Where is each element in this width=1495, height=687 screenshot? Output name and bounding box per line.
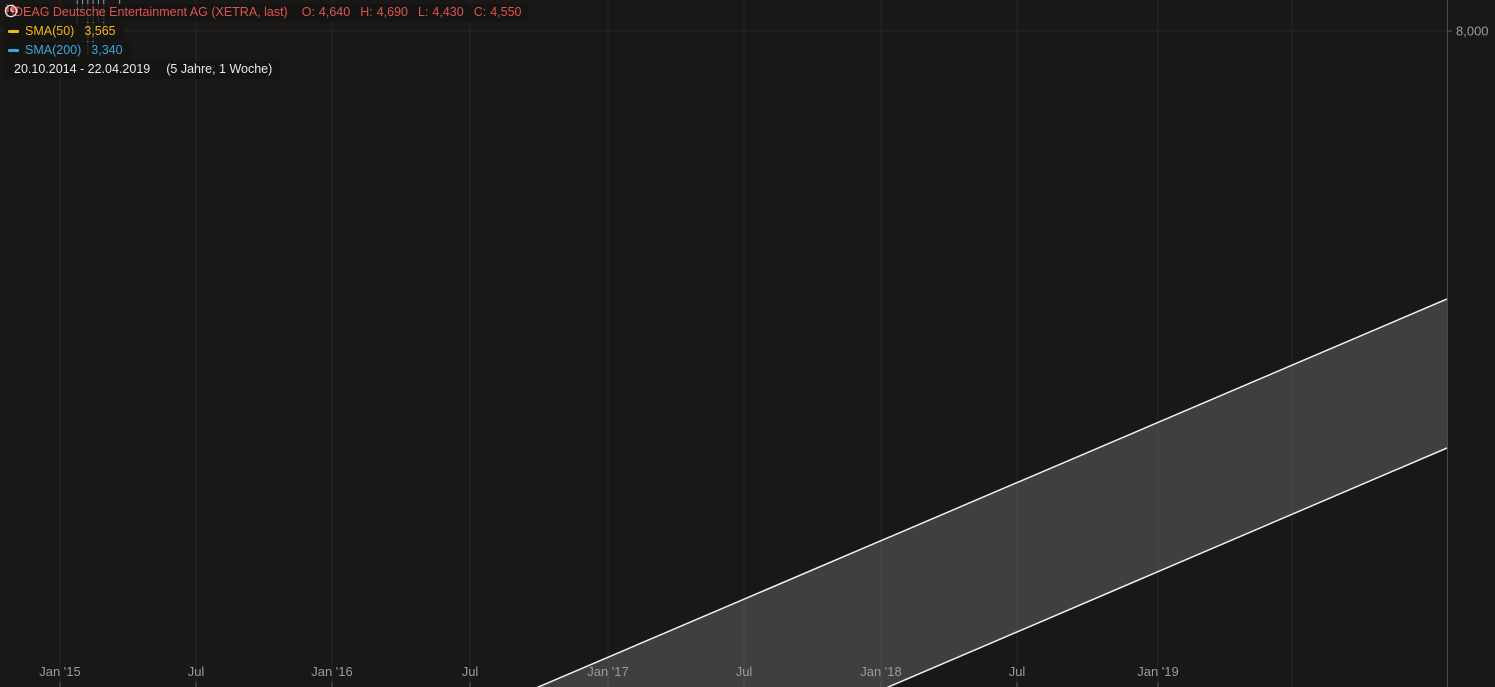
- close-label: C:: [474, 5, 487, 20]
- low-label: L:: [418, 5, 428, 20]
- sma50-value: 3,565: [84, 24, 115, 39]
- time-axis-label[interactable]: Jul: [188, 664, 205, 679]
- sma50-legend-row[interactable]: SMA(50) 3,565: [4, 23, 124, 41]
- time-axis-label[interactable]: Jul: [736, 664, 753, 679]
- sma50-color-dash-icon: [8, 30, 19, 33]
- sma200-label: SMA(200): [25, 43, 81, 58]
- price-chart-pane[interactable]: 7,400 (200.00%)6,407 (161.80%)5,507 (127…: [0, 0, 1495, 687]
- date-range: 20.10.2014 - 22.04.2019: [14, 62, 150, 77]
- chart-background: [0, 0, 1495, 687]
- low-value: 4,430: [432, 5, 463, 20]
- time-axis-label[interactable]: Jan '19: [1137, 664, 1179, 679]
- sma200-legend-row[interactable]: SMA(200) 3,340: [4, 42, 131, 60]
- ohlc-values: O: 4,640 H: 4,690 L: 4,430 C:4,550: [302, 5, 522, 20]
- time-axis-label[interactable]: Jan '18: [860, 664, 902, 679]
- sma200-color-dash-icon: [8, 49, 19, 52]
- time-axis-label[interactable]: Jan '16: [311, 664, 353, 679]
- interval-label: (5 Jahre, 1 Woche): [166, 62, 272, 77]
- trading-chart-window: 7,400 (200.00%)6,407 (161.80%)5,507 (127…: [0, 0, 1495, 687]
- sma50-label: SMA(50): [25, 24, 74, 39]
- time-axis-label[interactable]: Jul: [462, 664, 479, 679]
- open-value: 4,640: [319, 5, 350, 20]
- high-value: 4,690: [377, 5, 408, 20]
- sma200-value: 3,340: [91, 43, 122, 58]
- open-label: O:: [302, 5, 315, 20]
- date-range-row: 20.10.2014 - 22.04.2019 (5 Jahre, 1 Woch…: [4, 61, 280, 79]
- time-axis-label[interactable]: Jan '15: [39, 664, 81, 679]
- symbol-legend-row[interactable]: DEAG Deutsche Entertainment AG (XETRA, l…: [4, 4, 529, 22]
- price-axis-label[interactable]: 8,000: [1456, 24, 1489, 39]
- time-axis-label[interactable]: Jan '17: [587, 664, 629, 679]
- high-label: H:: [360, 5, 373, 20]
- close-value: 4,550: [490, 5, 521, 20]
- symbol-title: DEAG Deutsche Entertainment AG (XETRA, l…: [14, 5, 288, 20]
- chart-legend: DEAG Deutsche Entertainment AG (XETRA, l…: [4, 4, 529, 80]
- time-axis-label[interactable]: Jul: [1009, 664, 1026, 679]
